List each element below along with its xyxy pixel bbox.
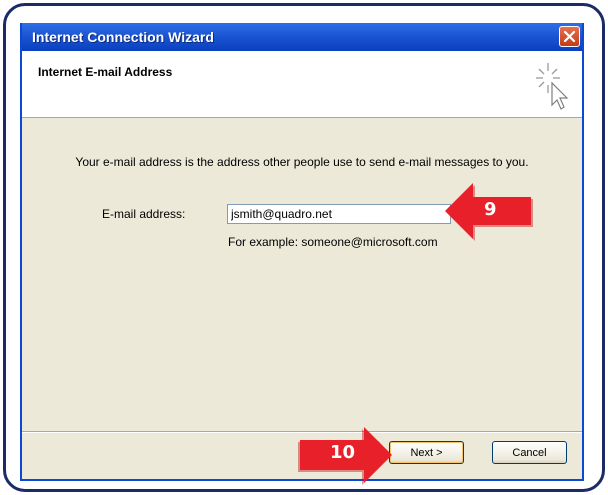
step-9-label: 9 <box>484 199 497 220</box>
email-field[interactable] <box>227 204 451 224</box>
next-button[interactable]: Next > <box>389 441 464 464</box>
title-bar[interactable]: Internet Connection Wizard <box>22 23 582 51</box>
wizard-header: Internet E-mail Address <box>22 51 582 118</box>
intro-text: Your e-mail address is the address other… <box>75 155 529 169</box>
page-title: Internet E-mail Address <box>38 65 173 79</box>
email-example-text: For example: someone@microsoft.com <box>228 235 438 249</box>
cancel-button[interactable]: Cancel <box>492 441 567 464</box>
step-10-label: 10 <box>330 442 356 463</box>
window-title: Internet Connection Wizard <box>32 29 214 45</box>
close-icon <box>563 30 576 43</box>
close-button[interactable] <box>559 26 580 47</box>
email-label: E-mail address: <box>102 207 186 221</box>
wizard-window: Internet Connection Wizard Internet E-ma… <box>20 23 584 481</box>
wizard-cursor-sparkle-icon <box>536 63 569 110</box>
